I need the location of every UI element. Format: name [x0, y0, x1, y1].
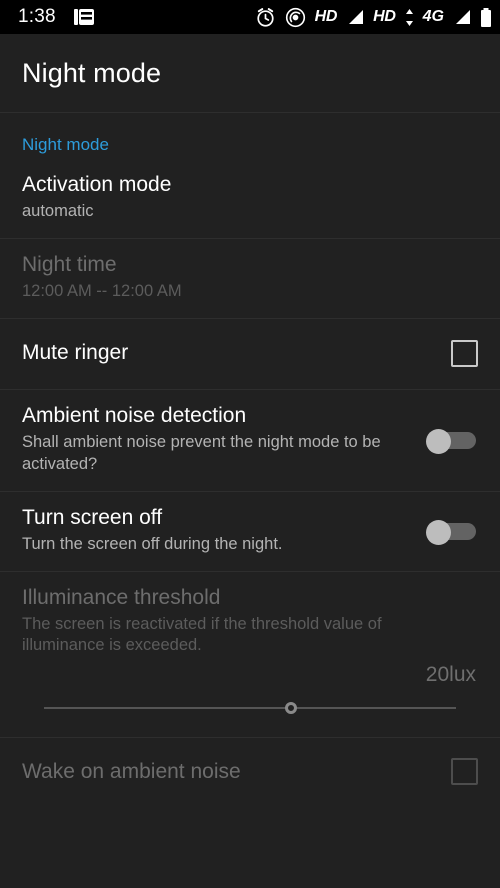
- settings-row-ambient-noise-detection[interactable]: Ambient noise detection Shall ambient no…: [0, 390, 500, 491]
- settings-row-turn-screen-off[interactable]: Turn screen off Turn the screen off duri…: [0, 492, 500, 571]
- row-summary: The screen is reactivated if the thresho…: [22, 615, 382, 655]
- settings-row-illuminance-threshold: Illuminance threshold The screen is reac…: [0, 572, 500, 659]
- turn-screen-off-toggle[interactable]: [426, 519, 478, 545]
- illuminance-threshold-slider[interactable]: [22, 695, 478, 721]
- signal-bars-icon-two: [453, 9, 471, 25]
- status-bar-right-icons: HD HD 4G: [255, 7, 492, 28]
- row-summary: Shall ambient noise prevent the night mo…: [22, 433, 381, 473]
- row-summary: Turn the screen off during the night.: [22, 534, 283, 553]
- signal-bars-icon-one: [346, 9, 364, 25]
- hd-label-one: HD: [314, 8, 338, 25]
- settings-row-mute-ringer[interactable]: Mute ringer: [0, 319, 500, 389]
- row-title: Illuminance threshold: [22, 586, 221, 610]
- wake-on-ambient-noise-checkbox: [451, 758, 478, 786]
- row-title: Activation mode: [22, 173, 172, 196]
- row-title: Night time: [22, 253, 117, 277]
- row-texts: Night time 12:00 AM -- 12:00 AM: [22, 253, 478, 302]
- settings-row-night-time: Night time 12:00 AM -- 12:00 AM: [0, 239, 500, 318]
- illuminance-threshold-slider-row: 20lux: [0, 659, 500, 737]
- hd-label-two: HD: [373, 8, 396, 25]
- row-texts: Turn screen off Turn the screen off duri…: [22, 506, 426, 555]
- status-bar-clock: 1:38: [18, 6, 56, 27]
- row-texts: Ambient noise detection Shall ambient no…: [22, 404, 426, 475]
- settings-list: Night mode Activation mode automatic Nig…: [0, 113, 500, 808]
- battery-icon: [480, 7, 492, 27]
- settings-row-wake-on-ambient-noise: Wake on ambient noise: [0, 738, 500, 808]
- row-summary: automatic: [22, 201, 94, 220]
- alarm-icon: [255, 7, 276, 28]
- data-transfer-arrows-icon: [405, 8, 414, 26]
- row-title: Turn screen off: [22, 506, 163, 530]
- row-title: Wake on ambient noise: [22, 759, 241, 783]
- row-title: Mute ringer: [22, 341, 129, 365]
- slider-thumb[interactable]: [285, 701, 298, 714]
- slider-track: [44, 706, 456, 709]
- toggle-thumb: [426, 519, 451, 545]
- status-bar-left-icons: [73, 8, 94, 26]
- row-title: Ambient noise detection: [22, 404, 247, 428]
- row-texts: Wake on ambient noise: [22, 760, 451, 785]
- row-texts: Illuminance threshold The screen is reac…: [22, 586, 478, 657]
- section-header-night-mode: Night mode: [22, 135, 109, 154]
- status-bar: 1:38 HD HD 4G: [0, 0, 500, 34]
- notification-list-icon: [73, 8, 94, 26]
- app-bar: Night mode: [0, 34, 500, 112]
- row-texts: Mute ringer: [22, 341, 451, 366]
- hotspot-icon: [285, 7, 306, 28]
- settings-row-activation-mode[interactable]: Activation mode automatic: [0, 159, 500, 238]
- illuminance-threshold-value: 20lux: [425, 662, 476, 686]
- page-title: Night mode: [22, 57, 162, 88]
- row-texts: Activation mode automatic: [22, 173, 478, 222]
- network-type-label: 4G: [422, 8, 444, 25]
- toggle-thumb: [426, 428, 451, 454]
- row-summary: 12:00 AM -- 12:00 AM: [22, 281, 182, 300]
- mute-ringer-checkbox[interactable]: [451, 339, 478, 367]
- ambient-noise-detection-toggle[interactable]: [426, 428, 478, 454]
